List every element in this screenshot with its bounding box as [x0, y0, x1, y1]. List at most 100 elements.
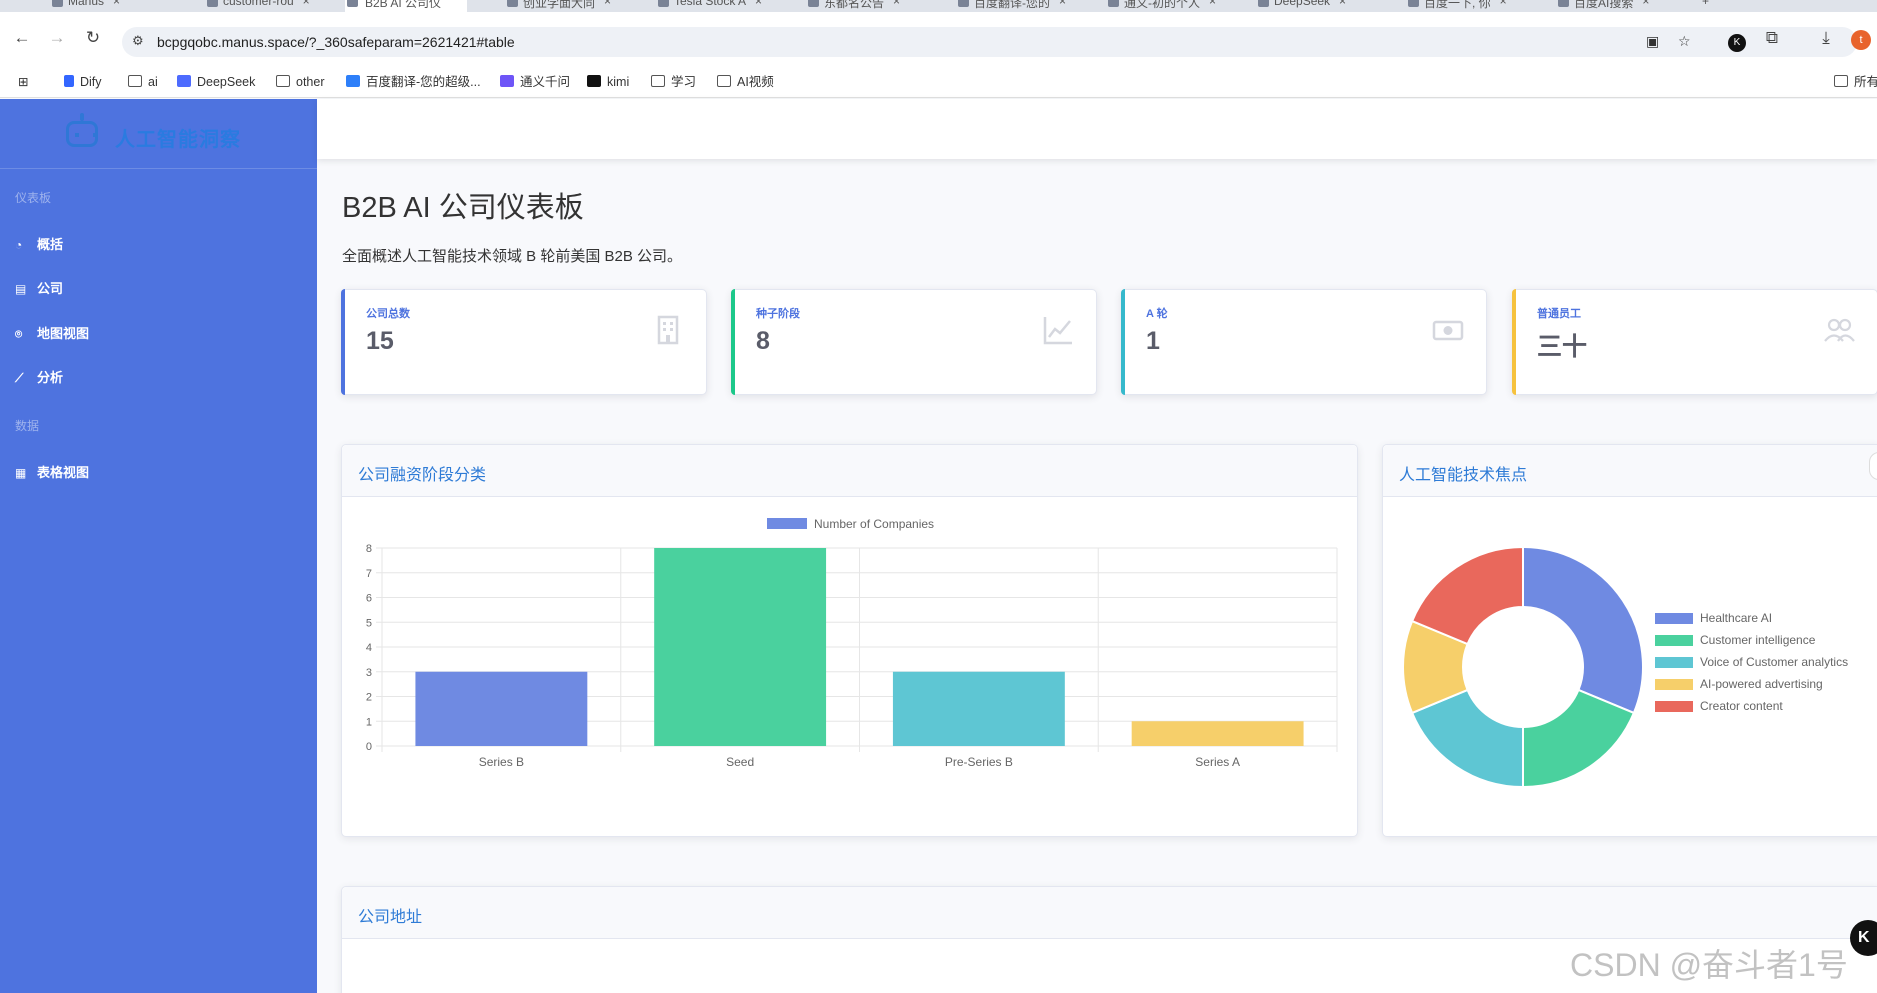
x-tick-label: Series B: [479, 755, 524, 769]
legend-swatch: [767, 518, 807, 529]
sidebar-heading-dashboard: 仪表板: [15, 191, 52, 205]
x-tick-label: Seed: [726, 755, 754, 769]
bar: [1131, 721, 1304, 746]
tab-close-icon[interactable]: ×: [1642, 0, 1649, 8]
browser-tab[interactable]: 百度一下, 你 ×: [1406, 0, 1507, 12]
bar: [892, 671, 1065, 746]
bookmark-item[interactable]: 百度翻译-您的超级...: [346, 66, 481, 98]
tab-favicon-icon: [808, 0, 819, 7]
browser-tab[interactable]: Manus ×: [50, 0, 120, 12]
extension-kimi-icon[interactable]: K: [1728, 34, 1746, 52]
card-accent-bar: [1121, 289, 1125, 395]
bookmark-star-icon[interactable]: ☆: [1678, 33, 1691, 50]
stat-label: 种子阶段: [756, 308, 800, 320]
bookmark-item[interactable]: kimi: [587, 66, 629, 98]
x-tick-label: Series A: [1195, 755, 1240, 769]
stat-value: 1: [1146, 327, 1160, 355]
tab-close-icon[interactable]: ×: [604, 0, 611, 8]
tech-donut-chart: Healthcare AI Customer intelligence Voice …: [1402, 545, 1848, 789]
building-icon: ▤: [15, 282, 27, 296]
bookmark-folder[interactable]: 所有: [1834, 66, 1877, 98]
extensions-puzzle-icon[interactable]: ⧉: [1762, 26, 1782, 50]
building-icon: [657, 315, 679, 345]
back-icon[interactable]: ←: [12, 26, 32, 50]
y-tick-label: 1: [366, 716, 372, 728]
panel-header: 公司地址: [342, 887, 1877, 939]
map-marker-icon: ⌾: [15, 327, 23, 341]
sidebar-brand[interactable]: 人工智能洞察: [0, 99, 317, 169]
apps-grid-icon[interactable]: ⊞: [18, 66, 28, 98]
users-icon: [1824, 318, 1855, 342]
bookmark-folder[interactable]: AI视频: [717, 66, 774, 98]
sidebar-item-map-view[interactable]: ⌾ 地图视图: [15, 323, 89, 342]
tab-favicon-icon: [347, 0, 358, 7]
tab-close-icon[interactable]: ×: [1339, 0, 1346, 8]
tab-favicon-icon: [658, 0, 669, 7]
forward-icon[interactable]: →: [47, 26, 67, 50]
bar: [415, 671, 588, 746]
tab-favicon-icon: [958, 0, 969, 7]
y-tick-label: 5: [366, 617, 372, 629]
card-accent-bar: [341, 289, 345, 395]
legend-label: Healthcare AI: [1700, 611, 1772, 625]
brand-name: 人工智能洞察: [115, 129, 241, 151]
bookmark-item[interactable]: 通义千问: [500, 66, 570, 98]
reload-icon[interactable]: ↻: [83, 26, 103, 50]
tab-close-icon[interactable]: ×: [1209, 0, 1216, 8]
stat-value: 三十: [1537, 333, 1588, 361]
panel-collapse-handle[interactable]: [1869, 452, 1877, 480]
address-bar[interactable]: ⚙ bcpgqobc.manus.space/?_360safeparam=26…: [122, 27, 1857, 57]
page-subtitle: 全面概述人工智能技术领域 B 轮前美国 B2B 公司。: [342, 248, 683, 265]
sidebar-item-table-view[interactable]: ▦ 表格视图: [15, 462, 89, 481]
folder-icon: [651, 75, 665, 87]
stat-card-employees: 普通员工 三十: [1512, 289, 1877, 395]
bookmark-folder[interactable]: 学习: [651, 66, 696, 98]
funding-stage-panel: 公司融资阶段分类 Number of Companies 0 1 2 3 4 5 6 7 8 Ser…: [341, 444, 1358, 837]
browser-tab[interactable]: 东都名公告 ×: [806, 0, 900, 12]
y-tick-label: 4: [366, 642, 372, 654]
stat-label: 普通员工: [1537, 308, 1581, 320]
dify-icon: [64, 75, 74, 87]
sidebar-item-overview[interactable]: ◔ 概括: [15, 234, 63, 253]
browser-tab[interactable]: Tesla Stock A ×: [656, 0, 762, 12]
browser-tab[interactable]: 百度AI搜索 ×: [1556, 0, 1649, 12]
legend-swatch: [1655, 701, 1693, 712]
profile-avatar[interactable]: t: [1851, 30, 1871, 50]
browser-tab[interactable]: customer-rou ×: [205, 0, 310, 12]
bookmark-folder[interactable]: other: [276, 66, 325, 98]
tab-close-icon[interactable]: ×: [113, 0, 120, 8]
bookmark-item[interactable]: DeepSeek: [177, 66, 255, 98]
legend-label: Number of Companies: [814, 517, 934, 531]
bookmark-folder[interactable]: ai: [128, 66, 158, 98]
browser-tab[interactable]: 百度翻译-您的 ×: [956, 0, 1066, 12]
browser-tab[interactable]: DeepSeek ×: [1256, 0, 1346, 12]
folder-icon: [128, 75, 142, 87]
stat-label: A 轮: [1146, 308, 1168, 320]
sidebar-item-companies[interactable]: ▤ 公司: [15, 278, 63, 297]
card-accent-bar: [1512, 289, 1516, 395]
stat-card-total-companies: 公司总数 15: [341, 289, 707, 395]
bookmark-item[interactable]: Dify: [64, 66, 102, 98]
stat-value: 8: [756, 327, 770, 355]
tab-close-icon[interactable]: ×: [1500, 0, 1507, 8]
browser-tab[interactable]: 创业学面大同 ×: [505, 0, 611, 12]
tab-close-icon[interactable]: ×: [303, 0, 310, 8]
panel-header: 公司融资阶段分类: [342, 445, 1357, 497]
translate-icon[interactable]: ▣: [1646, 33, 1659, 50]
browser-tab[interactable]: 通义-初的个人 ×: [1106, 0, 1216, 12]
line-chart-icon: ⟋: [15, 371, 24, 385]
tab-close-icon[interactable]: ×: [755, 0, 762, 8]
download-icon[interactable]: ⤓: [1816, 26, 1836, 50]
sidebar-item-analytics[interactable]: ⟋ 分析: [15, 367, 63, 386]
stat-value: 15: [366, 327, 394, 355]
tab-close-icon[interactable]: ×: [1059, 0, 1066, 8]
new-tab-button[interactable]: +: [1702, 0, 1709, 12]
donut-slice: [1522, 545, 1644, 715]
url-text[interactable]: bcpgqobc.manus.space/?_360safeparam=2621…: [157, 34, 515, 50]
stat-card-seed-stage: 种子阶段 8: [731, 289, 1097, 395]
browser-tab-active[interactable]: B2B AI 公司仪: [345, 0, 468, 12]
funding-bar-chart: Number of Companies 0 1 2 3 4 5 6 7 8 Series B Seed…: [366, 517, 1338, 769]
site-settings-icon[interactable]: ⚙: [132, 33, 144, 49]
legend-label: Customer intelligence: [1700, 633, 1816, 647]
tab-close-icon[interactable]: ×: [893, 0, 900, 8]
